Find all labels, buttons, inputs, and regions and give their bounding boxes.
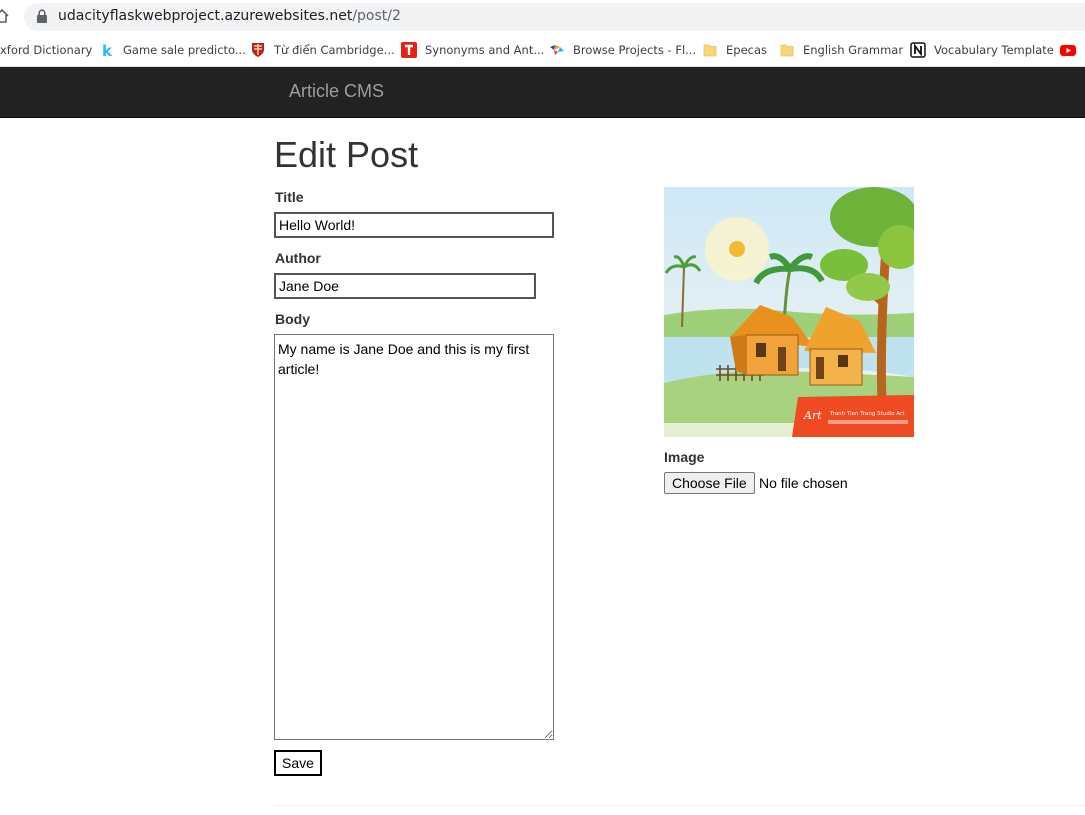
- bookmark-browse-projects[interactable]: Browse Projects - Fl...: [549, 41, 696, 59]
- lock-icon[interactable]: [36, 9, 48, 23]
- page-title: Edit Post: [274, 134, 419, 175]
- folder-icon: [703, 44, 717, 57]
- choose-file-button[interactable]: Choose File: [664, 472, 755, 494]
- cambridge-shield-icon: [252, 43, 264, 57]
- image-watermark: Tranh Tien Trang Studio Art: [829, 411, 905, 417]
- bookmark-game-sale-predictor[interactable]: k Game sale predicto...: [99, 41, 246, 59]
- save-button[interactable]: Save: [274, 750, 322, 776]
- kaggle-icon: k: [102, 42, 113, 58]
- body-label: Body: [275, 311, 310, 327]
- bookmark-label: Epecas: [726, 43, 768, 57]
- bookmark-oxford-dictionary[interactable]: xford Dictionary: [0, 41, 92, 59]
- bookmark-youtube[interactable]: [1060, 41, 1084, 59]
- url-path: /post/2: [352, 8, 401, 24]
- bookmark-label: Từ điển Cambridge...: [274, 43, 395, 57]
- title-input[interactable]: [274, 212, 554, 238]
- footer-divider: [274, 805, 1085, 806]
- body-textarea[interactable]: My name is Jane Doe and this is my first…: [274, 334, 554, 740]
- bookmark-label: Game sale predicto...: [123, 43, 246, 57]
- bookmark-label: Browse Projects - Fl...: [573, 43, 697, 57]
- image-label: Image: [664, 449, 705, 465]
- thesaurus-icon: [401, 42, 417, 58]
- bookmark-cambridge-dictionary[interactable]: Từ điển Cambridge...: [250, 41, 395, 59]
- bookmark-vocabulary-template[interactable]: Vocabulary Template: [910, 41, 1054, 59]
- home-icon[interactable]: [0, 8, 10, 24]
- bookmarks-bar: xford Dictionary k Game sale predicto...…: [0, 33, 1085, 67]
- bookmark-label: Vocabulary Template: [934, 43, 1054, 57]
- bookmark-label: Synonyms and Ant...: [425, 43, 545, 57]
- bookmark-label: xford Dictionary: [0, 43, 93, 57]
- notion-icon: [910, 42, 926, 58]
- bookmark-synonyms-antonyms[interactable]: Synonyms and Ant...: [401, 41, 544, 59]
- svg-text:Art: Art: [803, 409, 822, 422]
- author-input[interactable]: [274, 273, 536, 299]
- author-label: Author: [275, 250, 321, 266]
- brand-link[interactable]: Article CMS: [289, 81, 384, 102]
- navbar: Article CMS: [0, 67, 1085, 118]
- post-image: Art Tranh Tien Trang Studio Art: [664, 187, 914, 437]
- folder-icon: [780, 44, 794, 57]
- browser-address-bar: udacityflaskwebproject.azurewebsites.net…: [0, 0, 1085, 33]
- url-text[interactable]: udacityflaskwebproject.azurewebsites.net…: [58, 8, 401, 24]
- bookmark-folder-epecas[interactable]: Epecas: [702, 41, 767, 59]
- youtube-icon: [1060, 45, 1076, 56]
- url-host: udacityflaskwebproject.azurewebsites.net: [58, 8, 353, 24]
- bookmark-folder-english-grammar[interactable]: English Grammar: [779, 41, 903, 59]
- no-file-chosen-text: No file chosen: [759, 475, 848, 491]
- svg-text:k: k: [102, 42, 113, 58]
- title-label: Title: [275, 189, 304, 205]
- freelancer-icon: [550, 45, 564, 55]
- bookmark-label: English Grammar: [803, 43, 904, 57]
